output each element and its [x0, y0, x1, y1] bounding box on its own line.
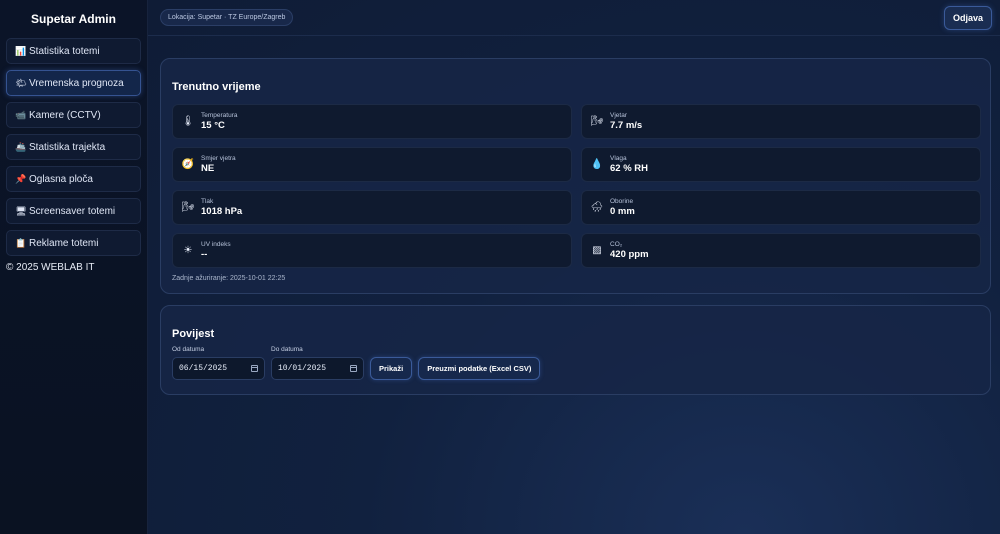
sun-icon: ☀: [183, 245, 193, 256]
tile-label: Temperatura: [201, 112, 238, 119]
chart-icon: 📊: [15, 45, 27, 56]
tile-value: 62 % RH: [610, 163, 649, 174]
tile-value: 0 mm: [610, 206, 635, 217]
rain-cloud-icon: 🌧: [590, 202, 604, 213]
camera-icon: 📹: [15, 109, 27, 120]
sidebar-item-screensaver-totemi[interactable]: 🖥 Screensaver totemi: [6, 198, 141, 224]
weather-grid: 🌡 Temperatura 15 °C 🌬 Vjetar 7.7 m/s 🧭 S…: [172, 104, 981, 268]
logout-button[interactable]: Odjava: [943, 5, 992, 30]
from-date-label: Od datuma: [172, 346, 205, 353]
to-date-input[interactable]: 10/01/2025: [271, 357, 364, 380]
from-date-field: Od datuma 06/15/2025: [172, 346, 265, 380]
tile-value: 7.7 m/s: [610, 120, 643, 131]
pin-icon: 📌: [15, 173, 27, 184]
history-card: Povijest Od datuma 06/15/2025 Do datuma …: [160, 305, 991, 395]
current-weather-card: Trenutno vrijeme 🌡 Temperatura 15 °C 🌬 V…: [160, 58, 991, 294]
sidebar-item-label: Screensaver totemi: [29, 205, 116, 217]
brand-title: Supetar Admin: [31, 12, 116, 26]
to-date-label: Do datuma: [271, 346, 303, 353]
wind-icon: 🌬: [181, 202, 195, 213]
monitor-icon: 🖥: [15, 205, 27, 216]
download-csv-button[interactable]: Preuzmi podatke (Excel CSV): [418, 357, 541, 380]
wind-icon: 🌬: [590, 116, 604, 127]
sun-cloud-icon: 🌤: [15, 77, 27, 88]
sidebar-item-oglasna-ploca[interactable]: 📌 Oglasna ploča: [6, 166, 141, 192]
sidebar-item-label: Statistika trajekta: [29, 141, 106, 153]
tile-precipitation: 🌧 Oborine 0 mm: [581, 190, 981, 225]
main-content: Lokacija: Supetar · TZ Europe/Zagreb Odj…: [148, 0, 1000, 534]
tile-label: Oborine: [610, 198, 634, 205]
tile-value: --: [201, 249, 208, 260]
compass-icon: 🧭: [181, 159, 195, 170]
current-weather-title: Trenutno vrijeme: [172, 81, 261, 93]
clipboard-icon: 📋: [15, 237, 27, 248]
tile-label: Tlak: [201, 198, 214, 205]
show-button[interactable]: Prikaži: [370, 357, 413, 380]
droplet-icon: 💧: [590, 159, 604, 170]
from-date-value: 06/15/2025: [179, 364, 228, 373]
tile-label: Vjetar: [610, 112, 627, 119]
tile-value: 1018 hPa: [201, 206, 243, 217]
sidebar-item-statistika-trajekta[interactable]: 🚢 Statistika trajekta: [6, 134, 141, 160]
last-updated: Zadnje ažuriranje: 2025-10-01 22:25: [172, 275, 286, 282]
sidebar-item-vremenska-prognoza[interactable]: 🌤 Vremenska prognoza: [6, 70, 141, 96]
to-date-value: 10/01/2025: [278, 364, 327, 373]
calendar-icon[interactable]: [251, 365, 258, 372]
co2-icon: ▨: [592, 245, 602, 256]
footer-copyright: © 2025 WEBLAB IT: [6, 262, 95, 273]
sidebar-item-label: Kamere (CCTV): [29, 109, 101, 121]
sidebar-item-kamere[interactable]: 📹 Kamere (CCTV): [6, 102, 141, 128]
tile-label: Smjer vjetra: [201, 155, 236, 162]
sidebar-item-statistika-totemi[interactable]: 📊 Statistika totemi: [6, 38, 141, 64]
sidebar-item-label: Oglasna ploča: [29, 173, 93, 185]
sidebar-item-label: Reklame totemi: [29, 237, 99, 249]
thermometer-icon: 🌡: [181, 116, 195, 127]
from-date-input[interactable]: 06/15/2025: [172, 357, 265, 380]
tile-label: CO₂: [610, 241, 623, 248]
sidebar: Supetar Admin 📊 Statistika totemi 🌤 Vrem…: [0, 0, 148, 534]
tile-temperature: 🌡 Temperatura 15 °C: [172, 104, 572, 139]
location-badge: Lokacija: Supetar · TZ Europe/Zagreb: [160, 9, 294, 26]
topbar: Lokacija: Supetar · TZ Europe/Zagreb Odj…: [148, 0, 1000, 36]
tile-value: 420 ppm: [610, 249, 649, 260]
tile-wind: 🌬 Vjetar 7.7 m/s: [581, 104, 981, 139]
ship-icon: 🚢: [15, 141, 27, 152]
tile-wind-direction: 🧭 Smjer vjetra NE: [172, 147, 572, 182]
tile-value: NE: [201, 163, 215, 174]
history-controls: Od datuma 06/15/2025 Do datuma 10/01/202…: [172, 346, 979, 380]
sidebar-item-reklame-totemi[interactable]: 📋 Reklame totemi: [6, 230, 141, 256]
sidebar-item-label: Statistika totemi: [29, 45, 100, 57]
tile-humidity: 💧 Vlaga 62 % RH: [581, 147, 981, 182]
tile-value: 15 °C: [201, 120, 225, 131]
calendar-icon[interactable]: [350, 365, 357, 372]
tile-pressure: 🌬 Tlak 1018 hPa: [172, 190, 572, 225]
tile-label: UV indeks: [201, 241, 231, 248]
to-date-field: Do datuma 10/01/2025: [271, 346, 364, 380]
sidebar-item-label: Vremenska prognoza: [29, 77, 124, 89]
tile-co2: ▨ CO₂ 420 ppm: [581, 233, 981, 268]
tile-label: Vlaga: [610, 155, 627, 162]
tile-uv-index: ☀ UV indeks --: [172, 233, 572, 268]
history-title: Povijest: [172, 328, 215, 340]
